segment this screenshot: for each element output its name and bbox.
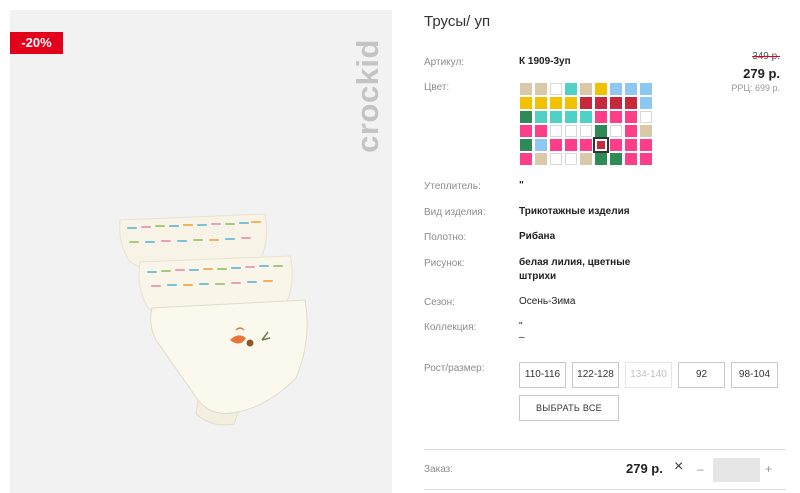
article-value: К 1909-3уп bbox=[519, 56, 571, 67]
quantity-increase-button[interactable]: + bbox=[765, 462, 772, 476]
season-label: Сезон: bbox=[424, 297, 455, 308]
size-label: Рост/размер: bbox=[424, 363, 485, 374]
color-swatch[interactable] bbox=[550, 111, 562, 123]
color-swatch[interactable] bbox=[520, 125, 532, 137]
color-swatch[interactable] bbox=[610, 125, 622, 137]
collection-label: Коллекция: bbox=[424, 322, 477, 333]
order-price: 279 р. bbox=[626, 461, 663, 476]
color-swatch[interactable] bbox=[640, 125, 652, 137]
fabric-value: Рибана bbox=[519, 231, 556, 242]
color-swatch[interactable] bbox=[565, 97, 577, 109]
color-swatch[interactable] bbox=[640, 83, 652, 95]
color-swatch[interactable] bbox=[565, 111, 577, 123]
color-swatch[interactable] bbox=[593, 137, 609, 153]
order-label: Заказ: bbox=[424, 464, 454, 475]
color-swatch[interactable] bbox=[580, 111, 592, 123]
size-option-110-116[interactable]: 110-116 bbox=[519, 362, 566, 388]
color-swatch[interactable] bbox=[610, 111, 622, 123]
color-swatch[interactable] bbox=[580, 83, 592, 95]
color-swatch[interactable] bbox=[625, 97, 637, 109]
color-swatch[interactable] bbox=[580, 153, 592, 165]
size-option-134-140: 134-140 bbox=[625, 362, 672, 388]
color-swatch[interactable] bbox=[640, 97, 652, 109]
season-value: Осень-Зима bbox=[519, 296, 576, 307]
collection-value-line2: – bbox=[519, 332, 525, 343]
type-value: Трикотажные изделия bbox=[519, 206, 630, 217]
pattern-label: Рисунок: bbox=[424, 258, 465, 269]
color-swatch[interactable] bbox=[625, 111, 637, 123]
pattern-value-line1: белая лилия, цветные bbox=[519, 257, 631, 268]
select-all-sizes-button[interactable]: ВЫБРАТЬ ВСЕ bbox=[519, 395, 619, 421]
color-swatch[interactable] bbox=[580, 139, 592, 151]
color-swatch[interactable] bbox=[565, 125, 577, 137]
size-option-122-128[interactable]: 122-128 bbox=[572, 362, 619, 388]
color-swatch[interactable] bbox=[520, 83, 532, 95]
product-title: Трусы/ уп bbox=[424, 13, 491, 30]
color-swatch[interactable] bbox=[535, 139, 547, 151]
size-option-98-104[interactable]: 98-104 bbox=[731, 362, 778, 388]
price-rrp: РРЦ: 699 р. bbox=[731, 83, 780, 93]
type-label: Вид изделия: bbox=[424, 207, 486, 218]
color-swatch[interactable] bbox=[520, 139, 532, 151]
color-swatch[interactable] bbox=[640, 111, 652, 123]
color-swatch[interactable] bbox=[535, 111, 547, 123]
color-swatch[interactable] bbox=[610, 97, 622, 109]
color-swatch[interactable] bbox=[550, 153, 562, 165]
color-swatch[interactable] bbox=[550, 139, 562, 151]
color-swatch[interactable] bbox=[610, 139, 622, 151]
color-swatch[interactable] bbox=[550, 125, 562, 137]
color-swatch[interactable] bbox=[550, 97, 562, 109]
color-swatch[interactable] bbox=[535, 153, 547, 165]
color-swatch[interactable] bbox=[520, 111, 532, 123]
color-label: Цвет: bbox=[424, 82, 450, 93]
insulation-label: Утеплитель: bbox=[424, 181, 481, 192]
color-swatch[interactable] bbox=[595, 83, 607, 95]
color-swatch[interactable] bbox=[595, 111, 607, 123]
color-swatch[interactable] bbox=[550, 83, 562, 95]
color-swatch-grid bbox=[520, 83, 660, 165]
color-swatch[interactable] bbox=[535, 83, 547, 95]
color-swatch[interactable] bbox=[640, 139, 652, 151]
quantity-input[interactable] bbox=[713, 458, 760, 482]
color-swatch[interactable] bbox=[580, 97, 592, 109]
price-current: 279 р. bbox=[743, 66, 780, 81]
color-swatch[interactable] bbox=[610, 153, 622, 165]
brand-logo-text: crockid bbox=[350, 39, 385, 153]
color-swatch[interactable] bbox=[610, 83, 622, 95]
color-swatch[interactable] bbox=[565, 153, 577, 165]
fabric-label: Полотно: bbox=[424, 232, 467, 243]
color-swatch[interactable] bbox=[565, 83, 577, 95]
brand-logo: crockid bbox=[348, 26, 388, 166]
divider-top bbox=[424, 449, 786, 450]
color-swatch[interactable] bbox=[625, 153, 637, 165]
color-swatch[interactable] bbox=[580, 125, 592, 137]
remove-order-icon[interactable]: × bbox=[674, 458, 683, 476]
insulation-value: " bbox=[519, 180, 524, 191]
color-swatch[interactable] bbox=[595, 153, 607, 165]
divider-bottom bbox=[424, 489, 786, 490]
color-swatch[interactable] bbox=[625, 139, 637, 151]
color-swatch[interactable] bbox=[595, 97, 607, 109]
color-swatch[interactable] bbox=[535, 125, 547, 137]
size-options: 110-116 122-128 134-140 92 98-104 bbox=[519, 362, 778, 388]
article-label: Артикул: bbox=[424, 57, 465, 68]
color-swatch[interactable] bbox=[535, 97, 547, 109]
color-swatch[interactable] bbox=[625, 125, 637, 137]
color-swatch[interactable] bbox=[640, 153, 652, 165]
color-swatch[interactable] bbox=[625, 83, 637, 95]
color-swatch[interactable] bbox=[565, 139, 577, 151]
size-option-92[interactable]: 92 bbox=[678, 362, 725, 388]
color-swatch[interactable] bbox=[520, 97, 532, 109]
product-photo bbox=[119, 213, 308, 426]
discount-badge: -20% bbox=[10, 32, 63, 54]
quantity-decrease-button[interactable]: – bbox=[697, 462, 704, 476]
color-swatch[interactable] bbox=[595, 125, 607, 137]
color-swatch[interactable] bbox=[520, 153, 532, 165]
product-image-panel[interactable]: -20% crockid bbox=[10, 10, 392, 493]
price-old: 349 р. bbox=[752, 51, 780, 62]
pattern-value-line2: штрихи bbox=[519, 271, 557, 282]
